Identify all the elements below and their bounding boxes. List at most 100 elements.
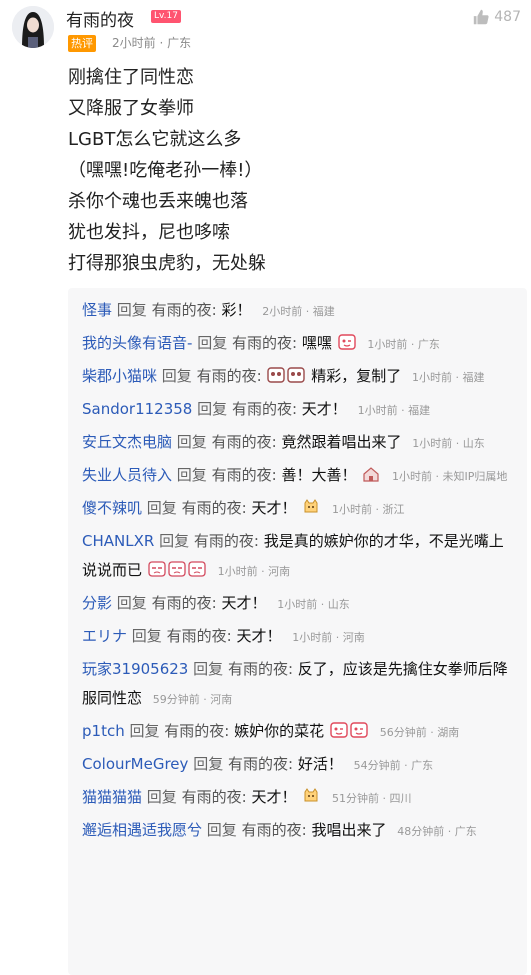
reply-time: 1小时前 · 福建 (357, 404, 431, 417)
wink-emoji-icon (337, 334, 356, 350)
avatar-image-icon (12, 6, 54, 48)
reply-nickname[interactable]: 邂逅相遇适我愿兮 (82, 821, 202, 839)
reply-item[interactable]: 柴郡小猫咪 回复 有雨的夜: 精彩，复制了 1小时前 · 福建 (82, 362, 513, 392)
reply-text: 我唱出来了 (311, 821, 387, 839)
reply-time: 51分钟前 · 四川 (332, 792, 412, 805)
reply-text: 天才！ (251, 499, 297, 517)
reply-target[interactable]: 有雨的夜: (197, 367, 262, 385)
reply-text: 天才！ (221, 594, 267, 612)
house-emoji-icon (363, 467, 379, 482)
reply-word: 回复 (161, 367, 192, 385)
comment-line: LGBT怎么它就这么多 (68, 129, 242, 150)
reply-nickname[interactable]: 玩家31905623 (82, 660, 188, 678)
reply-item[interactable]: 安丘文杰电脑 回复 有雨的夜: 竟然跟着唱出来了 1小时前 · 山东 (82, 428, 513, 458)
reply-text: 竟然跟着唱出来了 (281, 433, 402, 451)
reply-nickname[interactable]: CHANLXR (82, 532, 154, 550)
reply-time: 1小时前 · 山东 (412, 437, 485, 450)
reply-word: 回复 (206, 821, 237, 839)
reply-item[interactable]: 猫猫猫猫 回复 有雨的夜: 天才！ 51分钟前 · 四川 (82, 783, 513, 813)
reply-time: 54分钟前 · 广东 (353, 759, 434, 772)
reply-item[interactable]: CHANLXR 回复 有雨的夜: 我是真的嫉妒你的才华，不是光嘴上说说而已 1小… (82, 527, 513, 586)
shocked-emoji-icon (287, 367, 306, 383)
reply-text: 精彩，复制了 (311, 367, 402, 385)
reply-target[interactable]: 有雨的夜: (164, 722, 229, 740)
reply-target[interactable]: 有雨的夜: (228, 755, 293, 773)
reply-word: 回复 (176, 433, 207, 451)
reply-target[interactable]: 有雨的夜: (228, 660, 293, 678)
comment-line: 又降服了女拳师 (68, 98, 194, 119)
reply-word: 回复 (146, 788, 177, 806)
reply-item[interactable]: 傻不辣叽 回复 有雨的夜: 天才！ 1小时前 · 浙江 (82, 494, 513, 524)
reply-target[interactable]: 有雨的夜: (232, 334, 297, 352)
reply-time: 1小时前 · 浙江 (332, 503, 405, 516)
reply-time: 48分钟前 · 广东 (397, 825, 477, 838)
crying-emoji-icon (168, 561, 186, 577)
comment-username[interactable]: 有雨的夜 (66, 6, 134, 31)
reply-target[interactable]: 有雨的夜: (167, 627, 232, 645)
reply-word: 回复 (116, 301, 147, 319)
crying-emoji-icon (148, 561, 166, 577)
reply-nickname[interactable]: Sandor112358 (82, 400, 192, 418)
reply-time: 56分钟前 · 湖南 (379, 726, 460, 739)
comment-line: 刚擒住了同性恋 (68, 67, 194, 88)
reply-nickname[interactable]: 猫猫猫猫 (82, 788, 142, 806)
reply-nickname[interactable]: 怪事 (82, 301, 112, 319)
reply-time: 1小时前 · 广东 (367, 338, 440, 351)
reply-target[interactable]: 有雨的夜: (152, 301, 217, 319)
reply-word: 回复 (197, 334, 228, 352)
reply-target[interactable]: 有雨的夜: (182, 499, 247, 517)
reply-item[interactable]: 玩家31905623 回复 有雨的夜: 反了，应该是先擒住女拳师后降服同性恋 5… (82, 655, 513, 714)
reply-target[interactable]: 有雨的夜: (212, 433, 277, 451)
reply-word: 回复 (176, 466, 207, 484)
comment-line: 打得那狼虫虎豹，无处躲 (68, 253, 266, 274)
cat-emoji-icon (304, 499, 318, 513)
reply-item[interactable]: エリナ 回复 有雨的夜: 天才！ 1小时前 · 河南 (82, 622, 513, 652)
comment-line: 犹也发抖，尼也哆嗦 (68, 222, 230, 243)
reply-word: 回复 (193, 660, 224, 678)
reply-item[interactable]: Sandor112358 回复 有雨的夜: 天才！ 1小时前 · 福建 (82, 395, 513, 425)
reply-nickname[interactable]: 分影 (82, 594, 112, 612)
reply-nickname[interactable]: ColourMeGrey (82, 755, 188, 773)
reply-nickname[interactable]: 失业人员待入 (82, 466, 172, 484)
reply-target[interactable]: 有雨的夜: (194, 532, 259, 550)
like-button[interactable]: 487 (472, 8, 521, 26)
reply-word: 回复 (197, 400, 228, 418)
like-count: 487 (494, 9, 521, 25)
reply-target[interactable]: 有雨的夜: (232, 400, 297, 418)
reply-text: 嘿嘿 (301, 334, 332, 352)
reply-item[interactable]: 失业人员待入 回复 有雨的夜: 善！大善！ 1小时前 · 未知IP归属地 (82, 461, 513, 491)
comment-line: 杀你个魂也丢来魄也落 (68, 191, 248, 212)
reply-item[interactable]: ColourMeGrey 回复 有雨的夜: 好活！ 54分钟前 · 广东 (82, 750, 513, 780)
hot-comment-badge: 热评 (68, 35, 96, 52)
reply-text: 好活！ (297, 755, 343, 773)
reply-target[interactable]: 有雨的夜: (212, 466, 277, 484)
reply-text: 善！大善！ (281, 466, 357, 484)
reply-nickname[interactable]: 傻不辣叽 (82, 499, 142, 517)
reply-word: 回复 (159, 532, 190, 550)
reply-nickname[interactable]: p1tch (82, 722, 125, 740)
level-badge: Lv.17 (151, 10, 181, 23)
reply-time: 1小时前 · 河南 (292, 631, 365, 644)
reply-target[interactable]: 有雨的夜: (182, 788, 247, 806)
reply-item[interactable]: 怪事 回复 有雨的夜: 彩！ 2小时前 · 福建 (82, 296, 513, 326)
thumbs-up-icon (474, 9, 489, 25)
reply-item[interactable]: p1tch 回复 有雨的夜: 嫉妒你的菜花 56分钟前 · 湖南 (82, 717, 513, 747)
reply-item[interactable]: 我的头像有语音- 回复 有雨的夜: 嘿嘿 1小时前 · 广东 (82, 329, 513, 359)
comment-meta: 2小时前 · 广东 (112, 36, 192, 50)
reply-nickname[interactable]: 柴郡小猫咪 (82, 367, 157, 385)
reply-item[interactable]: 分影 回复 有雨的夜: 天才！ 1小时前 · 山东 (82, 589, 513, 619)
wink-emoji-icon (330, 722, 348, 738)
reply-nickname[interactable]: 安丘文杰电脑 (82, 433, 172, 451)
reply-target[interactable]: 有雨的夜: (152, 594, 217, 612)
reply-nickname[interactable]: 我的头像有语音- (82, 334, 192, 352)
avatar[interactable] (12, 6, 54, 48)
reply-text: 天才！ (301, 400, 347, 418)
reply-nickname[interactable]: エリナ (82, 627, 127, 645)
comment-card: 有雨的夜 Lv.17 487 热评 2小时前 · 广东 刚擒住了同性恋 又降服了… (0, 0, 531, 975)
reply-time: 2小时前 · 福建 (262, 305, 335, 318)
reply-word: 回复 (193, 755, 224, 773)
reply-item[interactable]: 邂逅相遇适我愿兮 回复 有雨的夜: 我唱出来了 48分钟前 · 广东 (82, 816, 513, 846)
comment-line: （嘿嘿!吃俺老孙一棒!） (68, 160, 263, 181)
reply-target[interactable]: 有雨的夜: (242, 821, 307, 839)
reply-time: 1小时前 · 山东 (277, 598, 350, 611)
